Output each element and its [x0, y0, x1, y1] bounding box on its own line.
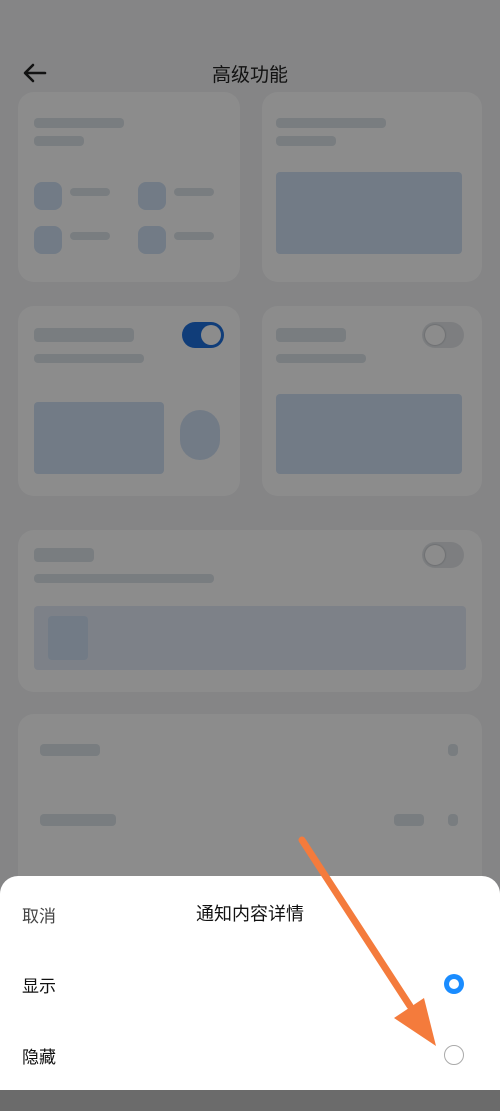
- radio-selected-icon[interactable]: [444, 974, 464, 994]
- option-show[interactable]: 显示: [0, 948, 500, 1018]
- option-label: 显示: [22, 977, 56, 997]
- nav-bar-area: [0, 1090, 500, 1111]
- radio-unselected-icon[interactable]: [444, 1045, 464, 1065]
- notification-detail-sheet: 取消 通知内容详情 显示 隐藏: [0, 876, 500, 1090]
- sheet-title: 通知内容详情: [196, 904, 304, 925]
- option-hide[interactable]: 隐藏: [0, 1019, 500, 1089]
- option-label: 隐藏: [22, 1048, 56, 1068]
